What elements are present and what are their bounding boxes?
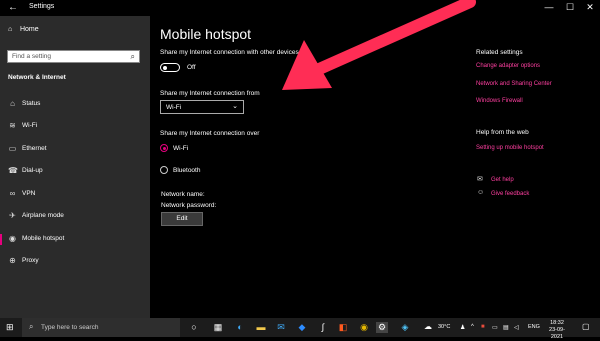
chat-icon: ✉ — [477, 176, 483, 183]
network-password-label: Network password: — [161, 202, 217, 209]
office-icon[interactable]: ◧ — [337, 322, 349, 333]
maximize-button[interactable]: ☐ — [560, 1, 580, 14]
edit-button[interactable]: Edit — [161, 212, 203, 226]
edge-icon[interactable]: ◐ — [234, 322, 246, 333]
search-icon: ⌕ — [130, 52, 135, 61]
window-title: Settings — [29, 3, 55, 10]
sidebar-item-label: Ethernet — [22, 145, 47, 152]
sidebar-item-label: Wi-Fi — [22, 122, 38, 129]
language-indicator[interactable]: ENG — [528, 324, 540, 330]
minimize-button[interactable]: — — [539, 1, 559, 14]
radio-bluetooth[interactable] — [160, 166, 168, 174]
network-icon[interactable]: ▤ — [503, 324, 509, 331]
hotspot-toggle[interactable] — [160, 63, 180, 72]
hotspot-icon: ◉ — [9, 234, 16, 243]
sidebar-item-label: Mobile hotspot — [22, 235, 65, 242]
sidebar-item-mobile-hotspot[interactable]: ◉ Mobile hotspot — [0, 230, 150, 250]
toggle-knob — [163, 65, 167, 70]
windows-firewall-link[interactable]: Windows Firewall — [476, 98, 523, 104]
sidebar-item-wifi[interactable]: ≋ Wi-Fi — [0, 117, 150, 137]
chevron-down-icon: ⌄ — [232, 103, 238, 110]
settings-gear-icon[interactable]: ⚙ — [376, 322, 388, 333]
related-settings-heading: Related settings — [476, 49, 523, 56]
sidebar-item-dialup[interactable]: ☎ Dial-up — [0, 162, 150, 182]
sidebar-item-status[interactable]: ⌂ Status — [0, 95, 150, 115]
battery-icon[interactable]: ▭ — [492, 324, 498, 331]
find-setting-input[interactable]: Find a setting ⌕ — [7, 50, 140, 63]
wifi-icon: ≋ — [9, 121, 16, 130]
taskbar: ⊞ ⌕ Type here to search ○ ▦ ◐ ▬ ✉ ◆ ∫ ◧ … — [0, 318, 600, 340]
widgets-icon[interactable]: ▦ — [212, 322, 224, 333]
home-link[interactable]: ⌂ Home — [8, 26, 39, 33]
dropdown-value: Wi-Fi — [166, 103, 182, 111]
annotation-arrow — [282, 0, 476, 90]
cloud-icon: ☁ — [424, 322, 432, 331]
change-adapter-link[interactable]: Change adapter options — [476, 63, 540, 69]
taskbar-search[interactable]: ⌕ Type here to search — [22, 318, 180, 337]
sidebar-item-label: Proxy — [22, 257, 39, 264]
clock-date: 23-09-2021 — [549, 327, 565, 340]
share-from-dropdown[interactable]: Wi-Fi ⌄ — [160, 100, 244, 114]
globe-icon: ⊕ — [9, 256, 16, 265]
help-heading: Help from the web — [476, 129, 529, 136]
sidebar-item-airplane-mode[interactable]: ✈ Airplane mode — [0, 207, 150, 227]
ethernet-icon: ▭ — [8, 144, 17, 153]
network-name-label: Network name: — [161, 191, 205, 198]
network-sharing-center-link[interactable]: Network and Sharing Center — [476, 81, 552, 87]
status-icon: ⌂ — [10, 99, 15, 108]
sidebar-item-ethernet[interactable]: ▭ Ethernet — [0, 140, 150, 160]
notification-app-icon[interactable]: ■ — [481, 324, 485, 330]
file-explorer-icon[interactable]: ▬ — [255, 322, 267, 333]
arrow-shaft — [302, 0, 476, 80]
clock-time: 18:32 — [550, 320, 564, 326]
give-feedback-link[interactable]: Give feedback — [491, 191, 529, 197]
airplane-icon: ✈ — [9, 211, 16, 220]
radio-wifi-label: Wi-Fi — [173, 145, 189, 152]
selection-indicator — [0, 234, 2, 245]
taskbar-search-text: Type here to search — [41, 324, 99, 331]
vpn-icon: ∞ — [9, 189, 16, 198]
app-icon[interactable]: ∫ — [317, 322, 329, 333]
windows-start-icon[interactable]: ⊞ — [6, 322, 14, 333]
share-over-label: Share my Internet connection over — [160, 130, 260, 137]
search-icon: ⌕ — [29, 322, 34, 331]
back-arrow-icon[interactable]: ← — [8, 2, 18, 13]
home-icon: ⌂ — [8, 26, 13, 33]
weather-temp: 30°C — [438, 324, 451, 330]
sidebar-item-label: Status — [22, 100, 41, 107]
get-help-link[interactable]: Get help — [491, 177, 514, 183]
sidebar-item-label: Dial-up — [22, 167, 43, 174]
sidebar-item-vpn[interactable]: ∞ VPN — [0, 185, 150, 205]
task-view-icon[interactable]: ○ — [188, 322, 200, 333]
radio-dot — [162, 146, 166, 150]
feedback-icon: ☺ — [477, 189, 485, 196]
section-heading: Network & Internet — [8, 74, 66, 81]
dialup-icon: ☎ — [8, 166, 18, 175]
toggle-state-label: Off — [187, 64, 196, 71]
page-title: Mobile hotspot — [160, 26, 252, 42]
action-center-icon[interactable]: ▢ — [582, 322, 590, 331]
chrome-icon[interactable]: ◉ — [358, 322, 370, 333]
radio-bluetooth-label: Bluetooth — [173, 167, 201, 174]
people-icon[interactable]: ♟ — [460, 324, 465, 331]
radio-wifi[interactable] — [160, 144, 168, 152]
chevron-up-icon[interactable]: ^ — [471, 324, 474, 330]
mail-icon[interactable]: ✉ — [275, 322, 287, 333]
dropbox-icon[interactable]: ◆ — [296, 322, 308, 333]
sidebar-item-proxy[interactable]: ⊕ Proxy — [0, 252, 150, 272]
close-button[interactable]: ✕ — [580, 1, 600, 14]
vscode-icon[interactable]: ◈ — [399, 322, 411, 333]
setup-hotspot-link[interactable]: Setting up mobile hotspot — [476, 145, 544, 151]
home-label: Home — [19, 26, 39, 33]
volume-icon[interactable]: ◁ — [514, 324, 519, 331]
sidebar: ⌂ Home Find a setting ⌕ Network & Intern… — [0, 16, 150, 318]
sidebar-item-label: Airplane mode — [22, 212, 64, 219]
share-from-label: Share my Internet connection from — [160, 90, 260, 97]
sidebar-item-label: VPN — [22, 190, 36, 197]
search-placeholder: Find a setting — [12, 53, 52, 60]
clock[interactable]: 18:32 23-09-2021 — [544, 320, 570, 341]
